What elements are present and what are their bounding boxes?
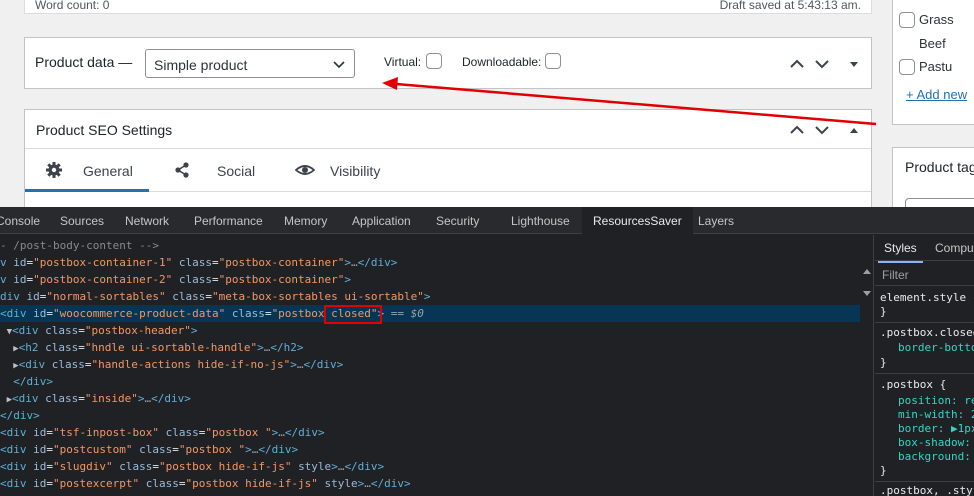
dom-node-line[interactable]: v id="postbox-container-2" class="postbo… bbox=[0, 271, 860, 288]
tags-input[interactable] bbox=[905, 198, 974, 207]
dom-node-line[interactable]: ▶<div class="handle-actions hide-if-no-j… bbox=[0, 356, 860, 373]
devtools-panel: Console Sources Network Performance Memo… bbox=[0, 207, 974, 496]
tab-performance[interactable]: Performance bbox=[194, 207, 263, 234]
tab-network[interactable]: Network bbox=[125, 207, 169, 234]
devtools-tabbar: Console Sources Network Performance Memo… bbox=[0, 207, 974, 235]
dom-node-line[interactable]: <div id="postexcerpt" class="postbox hid… bbox=[0, 475, 860, 492]
tab-console[interactable]: Console bbox=[0, 207, 40, 234]
virtual-label: Virtual: bbox=[384, 55, 422, 69]
move-up-icon[interactable] bbox=[789, 56, 805, 72]
tab-social[interactable]: Social bbox=[165, 149, 265, 192]
panel-scrollbar[interactable] bbox=[860, 235, 874, 496]
tab-application[interactable]: Application bbox=[352, 207, 411, 234]
product-tags-box: Product tag bbox=[892, 147, 974, 207]
scroll-down-icon[interactable] bbox=[863, 291, 871, 296]
closed-highlight-annotation bbox=[324, 305, 382, 324]
chevron-down-icon bbox=[333, 61, 345, 69]
downloadable-checkbox[interactable] bbox=[545, 53, 561, 69]
dom-node-line[interactable]: ▶<h2 class="hndle ui-sortable-handle">…<… bbox=[0, 339, 860, 356]
style-property[interactable]: min-width: 2 bbox=[898, 408, 974, 422]
style-rule-close: } bbox=[880, 305, 887, 318]
product-data-title: Product data — bbox=[35, 54, 133, 70]
tab-general-label: General bbox=[83, 163, 133, 179]
add-new-category-link[interactable]: + Add new bbox=[906, 87, 967, 102]
rule-divider bbox=[875, 373, 974, 374]
tab-social-label: Social bbox=[217, 163, 256, 179]
style-property[interactable]: border-botto bbox=[898, 341, 974, 355]
styles-filter-input[interactable]: Filter bbox=[875, 262, 974, 286]
dom-node-line[interactable]: v id="postbox-container-1" class="postbo… bbox=[0, 254, 860, 271]
style-rule-selector: .postbox, .sty bbox=[880, 484, 973, 496]
tab-resourcessaver[interactable]: ResourcesSaver bbox=[582, 207, 693, 235]
downloadable-option: Downloadable: bbox=[462, 53, 561, 69]
move-up-icon[interactable] bbox=[789, 122, 805, 138]
virtual-checkbox[interactable] bbox=[426, 53, 442, 69]
category-checkbox[interactable] bbox=[899, 12, 915, 28]
dom-node-line[interactable]: </div> bbox=[0, 373, 860, 390]
dom-node-line[interactable]: </div> bbox=[0, 407, 860, 424]
scroll-up-icon[interactable] bbox=[863, 269, 871, 274]
dom-node-line[interactable]: ▼<div class="postbox-header"> bbox=[0, 322, 860, 339]
elements-tree: - /post-body-content --> v id="postbox-c… bbox=[0, 235, 860, 496]
style-rule-selector: .postbox.closed bbox=[880, 326, 974, 339]
move-down-icon[interactable] bbox=[814, 56, 830, 72]
tab-lighthouse[interactable]: Lighthouse bbox=[511, 207, 570, 234]
tab-memory[interactable]: Memory bbox=[284, 207, 327, 234]
word-count: Word count: 0 bbox=[35, 0, 110, 12]
style-rule-selector: .postbox { bbox=[880, 378, 947, 391]
tab-styles[interactable]: Styles bbox=[878, 241, 923, 263]
gear-icon bbox=[46, 162, 62, 178]
tab-visibility[interactable]: Visibility bbox=[287, 149, 407, 192]
product-type-value: Simple product bbox=[154, 57, 248, 73]
product-type-select[interactable]: Simple product bbox=[145, 49, 355, 78]
share-icon bbox=[175, 162, 189, 178]
style-property[interactable]: box-shadow: bbox=[898, 436, 971, 450]
style-rule-close: } bbox=[880, 356, 887, 369]
category-parent-label: Beef bbox=[919, 36, 946, 51]
word-count-bar: Word count: 0 Draft saved at 5:43:13 am. bbox=[24, 0, 872, 14]
dom-node-line[interactable]: <div id="postcustom" class="postbox ">…<… bbox=[0, 441, 860, 458]
dom-node-line[interactable]: ▶<div class="inside">…</div> bbox=[0, 390, 860, 407]
style-rule-close: } bbox=[880, 464, 887, 477]
styles-pane: Styles Compu Filter element.style { } .p… bbox=[875, 235, 974, 496]
rule-divider bbox=[875, 481, 974, 482]
tab-computed[interactable]: Compu bbox=[935, 241, 974, 255]
seo-title: Product SEO Settings bbox=[36, 122, 173, 138]
dom-node-line[interactable]: - /post-body-content --> bbox=[0, 237, 860, 254]
tab-security[interactable]: Security bbox=[436, 207, 479, 234]
downloadable-label: Downloadable: bbox=[462, 55, 542, 69]
rule-divider bbox=[875, 322, 974, 323]
toggle-panel-icon[interactable] bbox=[846, 56, 862, 72]
product-categories-box: Grass Beef Pastu + Add new bbox=[892, 0, 974, 125]
tab-layers[interactable]: Layers bbox=[698, 207, 734, 234]
style-property[interactable]: position: re bbox=[898, 394, 974, 408]
style-property[interactable]: border: ▶1px bbox=[898, 422, 974, 436]
category-checkbox[interactable] bbox=[899, 59, 915, 75]
draft-saved-status: Draft saved at 5:43:13 am. bbox=[719, 0, 861, 12]
tab-general[interactable]: General bbox=[25, 149, 149, 192]
eye-icon bbox=[295, 165, 315, 175]
dom-node-line[interactable]: <div id="slugdiv" class="postbox hide-if… bbox=[0, 458, 860, 475]
tab-visibility-label: Visibility bbox=[330, 163, 381, 179]
product-data-postbox: Product data — Simple product Virtual: D… bbox=[24, 37, 872, 89]
wordpress-editor: Word count: 0 Draft saved at 5:43:13 am.… bbox=[0, 0, 974, 207]
product-seo-postbox: Product SEO Settings General Social Visi… bbox=[24, 109, 872, 207]
tab-sources[interactable]: Sources bbox=[60, 207, 104, 234]
toggle-panel-icon[interactable] bbox=[846, 122, 862, 138]
category-item[interactable]: Pastu bbox=[899, 59, 952, 75]
virtual-option: Virtual: bbox=[384, 53, 442, 69]
styles-pane-tabs: Styles Compu bbox=[875, 235, 974, 263]
style-property[interactable]: background: bbox=[898, 450, 971, 464]
style-rule-selector: element.style { bbox=[880, 291, 974, 304]
move-down-icon[interactable] bbox=[814, 122, 830, 138]
dom-node-line-selected[interactable]: <div id="woocommerce-product-data" class… bbox=[0, 305, 860, 322]
dom-node-line[interactable]: div id="normal-sortables" class="meta-bo… bbox=[0, 288, 860, 305]
seo-tabs: General Social Visibility bbox=[25, 148, 871, 192]
dom-node-line[interactable]: <div id="tsf-inpost-box" class="postbox … bbox=[0, 424, 860, 441]
product-tags-title: Product tag bbox=[905, 159, 974, 175]
category-item[interactable]: Grass bbox=[899, 12, 954, 28]
